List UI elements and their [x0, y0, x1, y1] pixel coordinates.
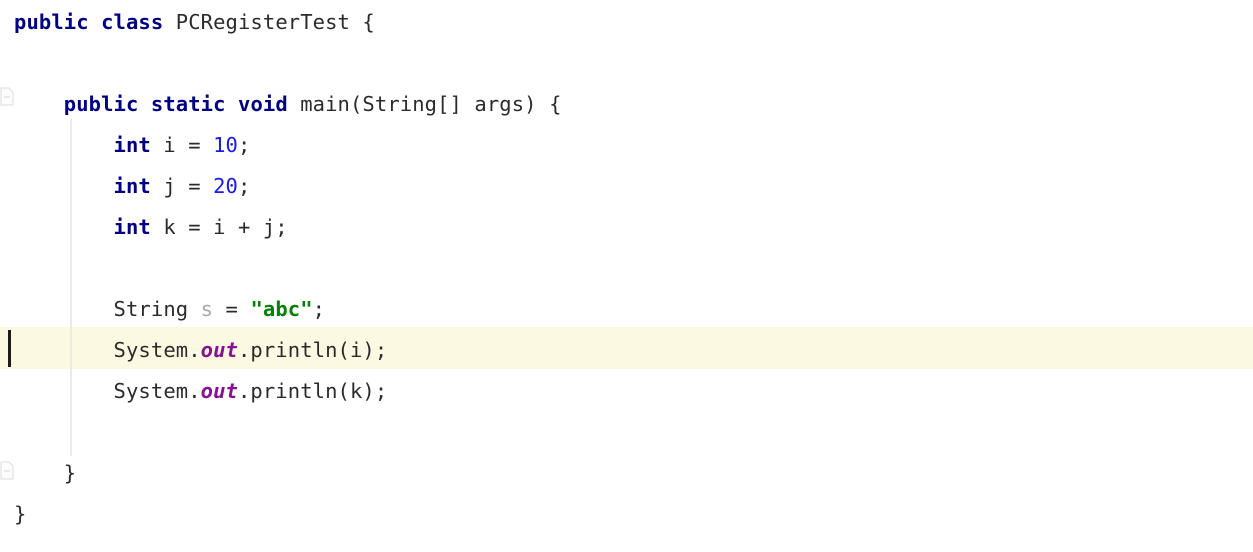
code-token: String: [113, 297, 189, 321]
code-token: 10: [213, 133, 238, 157]
code-token: .println(i);: [237, 338, 388, 362]
code-line-int-j[interactable]: int j = 20;: [0, 166, 251, 207]
code-token: ;: [237, 133, 251, 157]
code-line-class-close-brace[interactable]: }: [0, 494, 26, 535]
code-token: 20: [213, 174, 238, 198]
code-token: j =: [150, 174, 214, 198]
code-line-string-s[interactable]: String s = "abc";: [0, 289, 325, 330]
code-token: i =: [150, 133, 214, 157]
code-line-method-close-brace[interactable]: }: [0, 453, 76, 494]
code-line-class-declaration[interactable]: public class PCRegisterTest {: [0, 2, 375, 43]
text-caret: [8, 330, 11, 367]
code-token: int: [113, 174, 151, 198]
code-token: out: [200, 379, 238, 403]
code-line-main-signature[interactable]: public static void main(String[] args) {: [0, 84, 562, 125]
code-token: PCRegisterTest: [175, 10, 350, 34]
code-token: }: [14, 461, 77, 485]
code-token: System.: [113, 379, 201, 403]
code-token: .println(k);: [237, 379, 388, 403]
code-token: main(String[] args) {: [287, 92, 562, 116]
code-line-println-i[interactable]: System.out.println(i);: [0, 330, 388, 371]
code-token: k = i + j;: [150, 215, 288, 239]
code-line-println-k[interactable]: System.out.println(k);: [0, 371, 388, 412]
code-token: System.: [113, 338, 201, 362]
code-token: int: [113, 215, 151, 239]
code-line-int-i[interactable]: int i = 10;: [0, 125, 251, 166]
code-token: out: [200, 338, 238, 362]
code-editor[interactable]: public class PCRegisterTest { public sta…: [0, 0, 1253, 552]
code-token: ;: [312, 297, 326, 321]
code-token: class: [101, 10, 164, 34]
code-token: {: [349, 10, 375, 34]
code-line-int-k[interactable]: int k = i + j;: [0, 207, 288, 248]
code-token: void: [238, 92, 288, 116]
code-token: static: [150, 92, 226, 116]
code-token: int: [113, 133, 151, 157]
code-token: "abc": [250, 297, 313, 321]
code-token: public: [63, 92, 139, 116]
code-token: }: [14, 502, 27, 526]
code-token: public: [14, 10, 89, 34]
code-token: ;: [237, 174, 251, 198]
code-token: s: [200, 297, 214, 321]
code-token: =: [213, 297, 251, 321]
